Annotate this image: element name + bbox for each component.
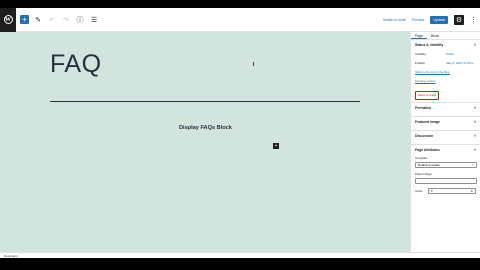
pending-review-checkbox[interactable]: Pending review xyxy=(415,79,476,83)
breadcrumb-document[interactable]: Document xyxy=(4,254,18,258)
template-label: Template: xyxy=(415,156,429,160)
edit-tool-icon[interactable]: ✎ xyxy=(33,15,43,25)
redo-icon[interactable]: ↷ xyxy=(61,15,71,25)
undo-icon[interactable]: ↶ xyxy=(47,15,57,25)
order-value: 0 xyxy=(430,189,433,193)
template-value: Default template xyxy=(418,163,440,167)
permalink-title: Permalink xyxy=(415,106,432,110)
order-label: Order xyxy=(415,189,423,193)
wordpress-icon: W xyxy=(3,15,13,24)
settings-gear-icon[interactable]: ⚙ xyxy=(454,14,464,25)
tab-page[interactable]: Page xyxy=(411,32,427,39)
page-attributes-header[interactable]: Page Attributes ˄ xyxy=(415,148,476,152)
tab-block[interactable]: Block xyxy=(427,32,443,39)
switch-to-draft-button[interactable]: Switch to draft xyxy=(383,18,406,22)
settings-sidebar: Page Block Status & visibility ˄ Visibil… xyxy=(410,32,480,252)
sidebar-tabs: Page Block xyxy=(411,32,480,40)
block-breadcrumb-bar: Document xyxy=(0,252,480,258)
page-attributes-title: Page Attributes xyxy=(415,148,440,152)
list-view-icon[interactable]: ☰ xyxy=(89,15,99,25)
parent-page-input[interactable] xyxy=(415,178,477,184)
publish-label: Publish xyxy=(415,61,425,65)
visibility-row: Visibility Public xyxy=(415,52,476,56)
select-arrow-icon: ˅ xyxy=(472,163,474,167)
discussion-panel[interactable]: Discussion ˅ xyxy=(411,131,480,145)
preview-button[interactable]: Preview xyxy=(412,18,425,22)
chevron-down-icon: ˅ xyxy=(474,134,476,138)
more-options-icon[interactable]: ⋮ xyxy=(470,16,477,24)
chevron-down-icon: ˅ xyxy=(474,120,476,124)
template-select[interactable]: Default template ˅ xyxy=(415,162,477,168)
publish-row: Publish May 8, 2021 5:37am xyxy=(415,61,476,65)
order-input[interactable]: 0 ⇕ xyxy=(427,188,476,194)
status-panel-header[interactable]: Status & visibility ˄ xyxy=(415,43,476,47)
block-inserter-button[interactable]: + xyxy=(20,15,29,24)
move-to-trash-button[interactable]: Move to trash xyxy=(415,90,440,100)
parent-page-label: Parent Page: xyxy=(415,172,433,176)
faq-block[interactable]: Display FAQs Block xyxy=(179,125,232,131)
editor-canvas[interactable]: FAQ Display FAQs Block + xyxy=(0,32,410,252)
text-cursor xyxy=(253,62,254,66)
inline-inserter-button[interactable]: + xyxy=(273,143,279,149)
status-visibility-panel: Status & visibility ˄ Visibility Public … xyxy=(411,40,480,103)
featured-image-panel[interactable]: Featured image ˅ xyxy=(411,117,480,131)
chevron-up-icon: ˄ xyxy=(474,43,476,47)
update-button[interactable]: Update xyxy=(430,15,448,24)
wordpress-logo-button[interactable]: W xyxy=(0,8,16,32)
discussion-title: Discussion xyxy=(415,134,434,138)
permalink-panel[interactable]: Permalink ˅ xyxy=(411,103,480,117)
page-title[interactable]: FAQ xyxy=(50,50,102,79)
editor-window: W + ✎ ↶ ↷ ⓘ ☰ Switch to draft Preview Up… xyxy=(0,8,480,258)
stepper-icon[interactable]: ⇕ xyxy=(470,189,473,193)
top-toolbar: W + ✎ ↶ ↷ ⓘ ☰ Switch to draft Preview Up… xyxy=(0,8,480,32)
toolbar-actions: Switch to draft Preview Update ⚙ ⋮ xyxy=(383,14,480,25)
stick-to-top-checkbox[interactable]: Stick to the top of the blog xyxy=(415,70,476,74)
visibility-value[interactable]: Public xyxy=(446,52,476,56)
info-icon[interactable]: ⓘ xyxy=(75,15,85,25)
featured-image-title: Featured image xyxy=(415,120,441,124)
order-row: Order 0 ⇕ xyxy=(415,188,476,194)
separator-block[interactable] xyxy=(50,101,360,102)
chevron-down-icon: ˅ xyxy=(474,106,476,110)
visibility-label: Visibility xyxy=(415,52,426,56)
chevron-up-icon: ˄ xyxy=(474,148,476,152)
page-attributes-panel: Page Attributes ˄ Template: Default temp… xyxy=(411,145,480,197)
status-panel-title: Status & visibility xyxy=(415,43,444,47)
publish-date-value[interactable]: May 8, 2021 5:37am xyxy=(446,61,476,65)
